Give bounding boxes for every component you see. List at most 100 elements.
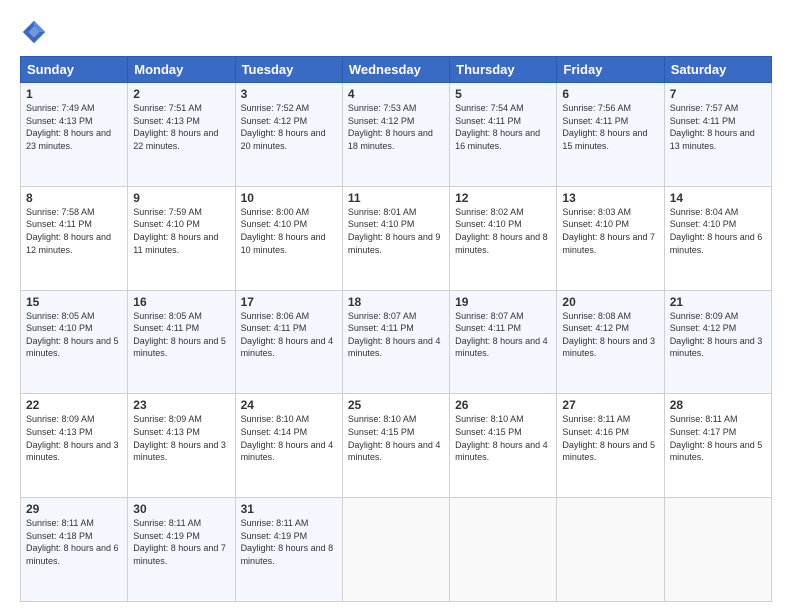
cell-info: Sunrise: 8:11 AMSunset: 4:19 PMDaylight:…: [133, 518, 226, 566]
calendar-cell: 12 Sunrise: 8:02 AMSunset: 4:10 PMDaylig…: [450, 186, 557, 290]
logo-icon: [20, 18, 48, 46]
calendar-cell: 23 Sunrise: 8:09 AMSunset: 4:13 PMDaylig…: [128, 394, 235, 498]
day-number: 11: [348, 191, 444, 205]
calendar-cell: [557, 498, 664, 602]
calendar-cell: 22 Sunrise: 8:09 AMSunset: 4:13 PMDaylig…: [21, 394, 128, 498]
cell-info: Sunrise: 7:52 AMSunset: 4:12 PMDaylight:…: [241, 103, 326, 151]
calendar-cell: [450, 498, 557, 602]
calendar-cell: 15 Sunrise: 8:05 AMSunset: 4:10 PMDaylig…: [21, 290, 128, 394]
page: SundayMondayTuesdayWednesdayThursdayFrid…: [0, 0, 792, 612]
calendar-cell: 30 Sunrise: 8:11 AMSunset: 4:19 PMDaylig…: [128, 498, 235, 602]
cell-info: Sunrise: 8:01 AMSunset: 4:10 PMDaylight:…: [348, 207, 441, 255]
day-number: 30: [133, 502, 229, 516]
calendar-cell: 16 Sunrise: 8:05 AMSunset: 4:11 PMDaylig…: [128, 290, 235, 394]
day-number: 13: [562, 191, 658, 205]
calendar-week-1: 1 Sunrise: 7:49 AMSunset: 4:13 PMDayligh…: [21, 83, 772, 187]
cell-info: Sunrise: 7:56 AMSunset: 4:11 PMDaylight:…: [562, 103, 647, 151]
calendar-cell: [664, 498, 771, 602]
day-number: 6: [562, 87, 658, 101]
day-number: 2: [133, 87, 229, 101]
header: [20, 18, 772, 46]
cell-info: Sunrise: 8:11 AMSunset: 4:18 PMDaylight:…: [26, 518, 119, 566]
calendar-header-monday: Monday: [128, 57, 235, 83]
cell-info: Sunrise: 7:57 AMSunset: 4:11 PMDaylight:…: [670, 103, 755, 151]
day-number: 21: [670, 295, 766, 309]
calendar-header-row: SundayMondayTuesdayWednesdayThursdayFrid…: [21, 57, 772, 83]
calendar-cell: 21 Sunrise: 8:09 AMSunset: 4:12 PMDaylig…: [664, 290, 771, 394]
day-number: 23: [133, 398, 229, 412]
cell-info: Sunrise: 8:10 AMSunset: 4:15 PMDaylight:…: [455, 414, 548, 462]
day-number: 20: [562, 295, 658, 309]
calendar-cell: 13 Sunrise: 8:03 AMSunset: 4:10 PMDaylig…: [557, 186, 664, 290]
calendar-cell: 28 Sunrise: 8:11 AMSunset: 4:17 PMDaylig…: [664, 394, 771, 498]
calendar-cell: 4 Sunrise: 7:53 AMSunset: 4:12 PMDayligh…: [342, 83, 449, 187]
day-number: 28: [670, 398, 766, 412]
day-number: 7: [670, 87, 766, 101]
cell-info: Sunrise: 8:11 AMSunset: 4:16 PMDaylight:…: [562, 414, 655, 462]
cell-info: Sunrise: 8:09 AMSunset: 4:13 PMDaylight:…: [133, 414, 226, 462]
cell-info: Sunrise: 7:49 AMSunset: 4:13 PMDaylight:…: [26, 103, 111, 151]
calendar-cell: 3 Sunrise: 7:52 AMSunset: 4:12 PMDayligh…: [235, 83, 342, 187]
calendar-header-tuesday: Tuesday: [235, 57, 342, 83]
cell-info: Sunrise: 8:00 AMSunset: 4:10 PMDaylight:…: [241, 207, 326, 255]
day-number: 14: [670, 191, 766, 205]
cell-info: Sunrise: 8:03 AMSunset: 4:10 PMDaylight:…: [562, 207, 655, 255]
cell-info: Sunrise: 8:06 AMSunset: 4:11 PMDaylight:…: [241, 311, 334, 359]
day-number: 31: [241, 502, 337, 516]
cell-info: Sunrise: 8:09 AMSunset: 4:13 PMDaylight:…: [26, 414, 119, 462]
cell-info: Sunrise: 8:08 AMSunset: 4:12 PMDaylight:…: [562, 311, 655, 359]
day-number: 25: [348, 398, 444, 412]
calendar-cell: 5 Sunrise: 7:54 AMSunset: 4:11 PMDayligh…: [450, 83, 557, 187]
calendar-cell: 17 Sunrise: 8:06 AMSunset: 4:11 PMDaylig…: [235, 290, 342, 394]
calendar-week-4: 22 Sunrise: 8:09 AMSunset: 4:13 PMDaylig…: [21, 394, 772, 498]
cell-info: Sunrise: 8:07 AMSunset: 4:11 PMDaylight:…: [348, 311, 441, 359]
calendar-cell: 29 Sunrise: 8:11 AMSunset: 4:18 PMDaylig…: [21, 498, 128, 602]
calendar-cell: 7 Sunrise: 7:57 AMSunset: 4:11 PMDayligh…: [664, 83, 771, 187]
day-number: 9: [133, 191, 229, 205]
day-number: 17: [241, 295, 337, 309]
cell-info: Sunrise: 8:11 AMSunset: 4:17 PMDaylight:…: [670, 414, 763, 462]
cell-info: Sunrise: 8:09 AMSunset: 4:12 PMDaylight:…: [670, 311, 763, 359]
calendar-cell: 9 Sunrise: 7:59 AMSunset: 4:10 PMDayligh…: [128, 186, 235, 290]
cell-info: Sunrise: 8:05 AMSunset: 4:10 PMDaylight:…: [26, 311, 119, 359]
logo: [20, 18, 52, 46]
cell-info: Sunrise: 8:10 AMSunset: 4:14 PMDaylight:…: [241, 414, 334, 462]
calendar-cell: 26 Sunrise: 8:10 AMSunset: 4:15 PMDaylig…: [450, 394, 557, 498]
day-number: 18: [348, 295, 444, 309]
calendar: SundayMondayTuesdayWednesdayThursdayFrid…: [20, 56, 772, 602]
calendar-cell: [342, 498, 449, 602]
day-number: 27: [562, 398, 658, 412]
cell-info: Sunrise: 7:51 AMSunset: 4:13 PMDaylight:…: [133, 103, 218, 151]
calendar-cell: 11 Sunrise: 8:01 AMSunset: 4:10 PMDaylig…: [342, 186, 449, 290]
day-number: 16: [133, 295, 229, 309]
calendar-cell: 2 Sunrise: 7:51 AMSunset: 4:13 PMDayligh…: [128, 83, 235, 187]
calendar-cell: 24 Sunrise: 8:10 AMSunset: 4:14 PMDaylig…: [235, 394, 342, 498]
cell-info: Sunrise: 8:05 AMSunset: 4:11 PMDaylight:…: [133, 311, 226, 359]
calendar-cell: 14 Sunrise: 8:04 AMSunset: 4:10 PMDaylig…: [664, 186, 771, 290]
cell-info: Sunrise: 8:04 AMSunset: 4:10 PMDaylight:…: [670, 207, 763, 255]
calendar-cell: 31 Sunrise: 8:11 AMSunset: 4:19 PMDaylig…: [235, 498, 342, 602]
day-number: 5: [455, 87, 551, 101]
day-number: 29: [26, 502, 122, 516]
calendar-cell: 20 Sunrise: 8:08 AMSunset: 4:12 PMDaylig…: [557, 290, 664, 394]
day-number: 15: [26, 295, 122, 309]
cell-info: Sunrise: 8:11 AMSunset: 4:19 PMDaylight:…: [241, 518, 334, 566]
calendar-week-5: 29 Sunrise: 8:11 AMSunset: 4:18 PMDaylig…: [21, 498, 772, 602]
calendar-cell: 25 Sunrise: 8:10 AMSunset: 4:15 PMDaylig…: [342, 394, 449, 498]
cell-info: Sunrise: 8:02 AMSunset: 4:10 PMDaylight:…: [455, 207, 548, 255]
day-number: 24: [241, 398, 337, 412]
day-number: 22: [26, 398, 122, 412]
calendar-header-wednesday: Wednesday: [342, 57, 449, 83]
calendar-cell: 27 Sunrise: 8:11 AMSunset: 4:16 PMDaylig…: [557, 394, 664, 498]
cell-info: Sunrise: 7:53 AMSunset: 4:12 PMDaylight:…: [348, 103, 433, 151]
calendar-cell: 18 Sunrise: 8:07 AMSunset: 4:11 PMDaylig…: [342, 290, 449, 394]
calendar-header-sunday: Sunday: [21, 57, 128, 83]
day-number: 8: [26, 191, 122, 205]
day-number: 4: [348, 87, 444, 101]
day-number: 1: [26, 87, 122, 101]
calendar-cell: 1 Sunrise: 7:49 AMSunset: 4:13 PMDayligh…: [21, 83, 128, 187]
calendar-header-saturday: Saturday: [664, 57, 771, 83]
day-number: 19: [455, 295, 551, 309]
cell-info: Sunrise: 7:59 AMSunset: 4:10 PMDaylight:…: [133, 207, 218, 255]
calendar-header-friday: Friday: [557, 57, 664, 83]
